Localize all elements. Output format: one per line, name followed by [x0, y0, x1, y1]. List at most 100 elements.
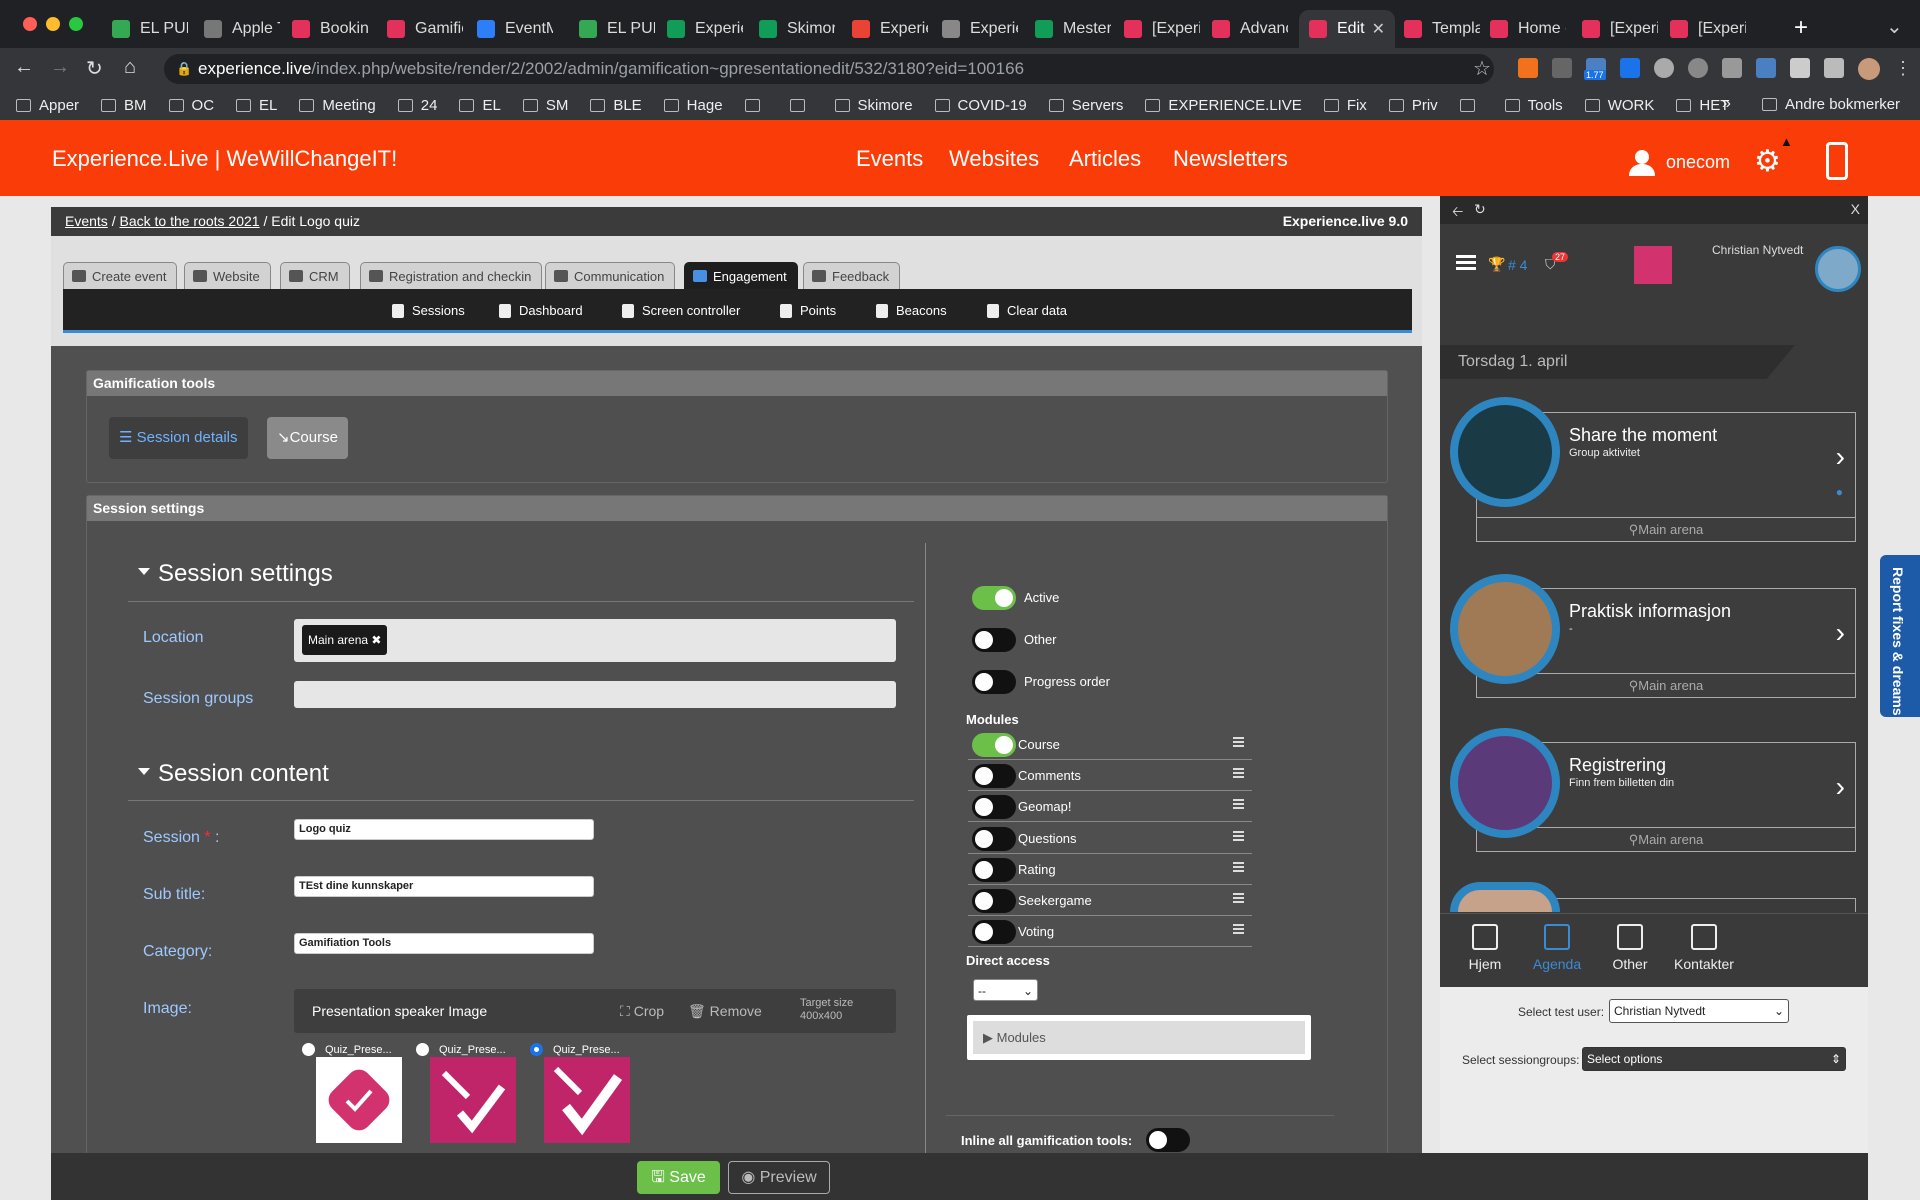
tab-engagement[interactable]: Engagement — [684, 262, 798, 289]
bookmark-item[interactable]: BM — [101, 97, 147, 114]
hamburger-icon[interactable] — [1456, 255, 1476, 258]
bookmark-item[interactable] — [789, 98, 813, 112]
module-toggle[interactable] — [972, 857, 1016, 882]
module-toggle[interactable] — [972, 733, 1016, 757]
test-user-select[interactable]: Christian Nytvedt ⌄ — [1609, 999, 1789, 1023]
browser-tab[interactable]: [Experi — [1660, 10, 1746, 48]
category-input[interactable]: Gamifiation Tools — [294, 933, 594, 954]
toggle-other[interactable] — [972, 628, 1016, 652]
extension-icon[interactable] — [1518, 58, 1538, 78]
star-icon[interactable]: ☆ — [1473, 56, 1491, 81]
toggle-progress-order[interactable] — [972, 670, 1016, 694]
reload-icon[interactable]: ↻ — [86, 56, 103, 81]
nav-websites[interactable]: Websites — [949, 146, 1039, 172]
subnav-beacons[interactable]: Beacons — [876, 303, 947, 318]
drag-handle-icon[interactable] — [1233, 768, 1244, 771]
sessiongroups-select[interactable]: Select options ⇕ — [1582, 1047, 1846, 1071]
drag-handle-icon[interactable] — [1233, 893, 1244, 895]
bookmark-item[interactable] — [744, 98, 768, 112]
bookmark-item[interactable]: Servers — [1048, 97, 1123, 114]
gear-icon[interactable]: ⚙ — [1754, 144, 1781, 179]
home-icon[interactable]: ⌂ — [124, 56, 136, 79]
subtitle-input[interactable]: TEst dine kunnskaper — [294, 876, 594, 897]
bookmark-item[interactable]: Tools — [1504, 97, 1563, 114]
save-button[interactable]: 🖫 Save — [637, 1161, 720, 1194]
kebab-menu-icon[interactable]: ⋮ — [1894, 58, 1912, 80]
browser-tab[interactable]: Gamific — [377, 10, 463, 48]
bookmark-item[interactable]: BLE — [590, 97, 642, 114]
direct-access-select[interactable]: -- ⌄ — [973, 979, 1038, 1001]
extension-icon[interactable]: 1.77 — [1584, 58, 1606, 80]
remove-button[interactable]: 🗑 Remove — [688, 1003, 762, 1020]
puzzle-icon[interactable] — [1790, 58, 1810, 78]
forward-icon[interactable]: → — [50, 56, 70, 79]
brand-title[interactable]: Experience.Live | WeWillChangeIT! — [52, 146, 397, 172]
avatar[interactable] — [1815, 246, 1861, 292]
extension-icon[interactable] — [1654, 58, 1674, 78]
back-icon[interactable]: ← — [14, 56, 34, 79]
browser-tab[interactable]: [Experi — [1572, 10, 1658, 48]
drag-handle-icon[interactable] — [1233, 861, 1244, 864]
preview-button[interactable]: ◉ Preview — [728, 1161, 830, 1194]
subnav-dashboard[interactable]: Dashboard — [499, 303, 583, 318]
nav-hjem[interactable]: Hjem — [1445, 924, 1525, 972]
url-input[interactable]: 🔒 experience.live/index.php/website/rend… — [164, 54, 1494, 84]
bookmark-item[interactable]: Fix — [1323, 97, 1367, 114]
drag-handle-icon[interactable] — [1233, 924, 1244, 927]
minimize-window-button[interactable] — [46, 17, 60, 31]
radio-selected[interactable] — [530, 1043, 543, 1056]
browser-tab[interactable]: Experie — [932, 10, 1018, 48]
tab-crm[interactable]: CRM — [280, 262, 350, 289]
nav-articles[interactable]: Articles — [1069, 146, 1141, 172]
report-fixes-button[interactable]: Report fixes & dreams — [1880, 555, 1920, 717]
session-input[interactable]: Logo quiz — [294, 819, 594, 840]
browser-tab[interactable]: Bookin — [282, 10, 368, 48]
tab-website[interactable]: Website — [184, 262, 271, 289]
browser-tab[interactable]: EventM — [467, 10, 553, 48]
quiz-thumbnail-3[interactable] — [544, 1057, 630, 1143]
new-tab-button[interactable]: + — [1794, 14, 1808, 42]
extension-icon[interactable] — [1620, 58, 1640, 78]
maximize-window-button[interactable] — [69, 17, 83, 31]
bookmark-item[interactable]: 24 — [397, 97, 437, 114]
wordpress-icon[interactable] — [1688, 58, 1708, 78]
browser-tab[interactable]: Apple T — [194, 10, 280, 48]
nav-other[interactable]: Other — [1590, 924, 1670, 972]
browser-tab[interactable]: Edit ✕ — [1299, 10, 1395, 48]
bookmark-item[interactable]: Skimore — [834, 97, 913, 114]
browser-tab[interactable]: Experie — [842, 10, 928, 48]
session-groups-input[interactable] — [294, 681, 896, 708]
bookmark-item[interactable]: Apper — [16, 97, 79, 114]
close-window-button[interactable] — [23, 17, 37, 31]
nav-events[interactable]: Events — [856, 146, 923, 172]
bookmark-item[interactable]: Meeting — [299, 97, 376, 114]
bookmark-item[interactable]: WORK — [1584, 97, 1654, 114]
close-tab-icon[interactable]: ✕ — [1372, 19, 1385, 39]
module-toggle[interactable] — [972, 764, 1016, 789]
module-toggle[interactable] — [972, 826, 1016, 851]
nav-newsletters[interactable]: Newsletters — [1173, 146, 1288, 172]
chevron-right-icon[interactable]: › — [1836, 771, 1845, 803]
bookmark-item[interactable]: EXPERIENCE.LIVE — [1145, 97, 1302, 114]
bookmarks-more[interactable]: » — [1722, 95, 1731, 113]
bookmark-item[interactable]: Hage — [663, 97, 723, 114]
module-toggle[interactable] — [972, 889, 1016, 913]
quiz-thumbnail-1[interactable] — [316, 1057, 402, 1143]
course-button[interactable]: ↘Course — [267, 417, 348, 459]
radio[interactable] — [416, 1043, 429, 1056]
tab-create-event[interactable]: Create event — [63, 262, 178, 289]
module-toggle[interactable] — [972, 795, 1016, 820]
browser-tab[interactable]: Mester — [1025, 10, 1111, 48]
bookmark-item[interactable]: OC — [168, 97, 214, 114]
bookmark-item[interactable]: Priv — [1388, 97, 1438, 114]
extension-icon[interactable] — [1824, 58, 1844, 78]
browser-tab[interactable]: [Experi — [1114, 10, 1200, 48]
extension-icon[interactable] — [1722, 58, 1742, 78]
browser-tab[interactable]: Advanc — [1202, 10, 1288, 48]
section-content-header[interactable]: Session content — [138, 760, 329, 788]
thumb-option-2[interactable]: Quiz_Prese... — [416, 1043, 506, 1056]
chevron-down-icon[interactable]: ⌄ — [1886, 14, 1903, 39]
breadcrumb-events[interactable]: Events — [65, 213, 108, 229]
bookmark-item[interactable]: COVID-19 — [934, 97, 1027, 114]
modules-accordion[interactable]: ▶ Modules — [973, 1021, 1305, 1054]
